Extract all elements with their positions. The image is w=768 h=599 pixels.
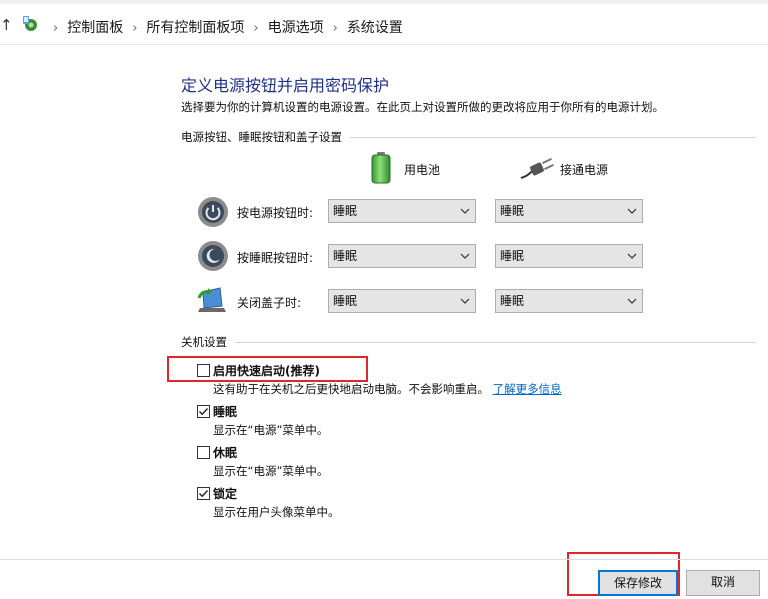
close-lid-label: 关闭盖子时: <box>237 296 302 310</box>
sleep-button-label: 按睡眠按钮时: <box>237 251 314 265</box>
fast-startup-highlight-box <box>167 356 368 382</box>
breadcrumb-item-power-options[interactable]: 电源选项 <box>268 20 324 36</box>
sleep-description: 显示在“电源”菜单中。 <box>213 423 329 437</box>
section-divider <box>181 342 756 343</box>
chevron-down-icon <box>627 253 637 259</box>
lock-checkbox[interactable] <box>197 487 210 500</box>
fast-startup-description-text: 这有助于在关机之后更快地启动电脑。不会影响重启。 <box>213 382 489 396</box>
battery-icon <box>371 152 391 184</box>
sleep-checkbox[interactable] <box>197 405 210 418</box>
close-lid-plugged-select[interactable]: 睡眠 <box>495 289 643 313</box>
footer-divider <box>0 559 768 560</box>
lock-description: 显示在用户头像菜单中。 <box>213 505 340 519</box>
sleep-label[interactable]: 睡眠 <box>213 403 237 420</box>
power-button-label: 按电源按钮时: <box>237 206 314 220</box>
power-button-plugged-select[interactable]: 睡眠 <box>495 199 643 223</box>
sleep-button-icon <box>198 241 228 271</box>
sleep-button-plugged-select[interactable]: 睡眠 <box>495 244 643 268</box>
hibernate-label[interactable]: 休眠 <box>213 444 237 461</box>
fast-startup-description: 这有助于在关机之后更快地启动电脑。不会影响重启。 了解更多信息 <box>213 381 562 397</box>
select-value: 睡眠 <box>333 294 358 308</box>
laptop-lid-icon <box>197 287 226 312</box>
column-header-plugged-in: 接通电源 <box>560 163 609 177</box>
breadcrumb-separator: › <box>332 21 338 36</box>
select-value: 睡眠 <box>500 249 525 263</box>
hibernate-description: 显示在“电源”菜单中。 <box>213 464 329 478</box>
checkmark-icon <box>199 490 209 498</box>
breadcrumb: › 控制面板 › 所有控制面板项 › 电源选项 › 系统设置 <box>44 17 403 37</box>
breadcrumb-separator: › <box>132 21 138 36</box>
sleep-button-battery-select[interactable]: 睡眠 <box>328 244 476 268</box>
column-header-battery: 用电池 <box>404 163 441 177</box>
breadcrumb-separator: › <box>253 21 259 36</box>
save-button[interactable]: 保存修改 <box>598 570 678 596</box>
close-lid-battery-select[interactable]: 睡眠 <box>328 289 476 313</box>
address-bar: ↑ › 控制面板 › 所有控制面板项 › 电源选项 › 系统设置 <box>0 4 768 45</box>
select-value: 睡眠 <box>333 204 358 218</box>
breadcrumb-item-all-items[interactable]: 所有控制面板项 <box>146 20 244 36</box>
page-description: 选择要为你的计算机设置的电源设置。在此页上对设置所做的更改将应用于你所有的电源计… <box>181 100 664 114</box>
cancel-button[interactable]: 取消 <box>686 570 760 596</box>
page-title: 定义电源按钮并启用密码保护 <box>181 76 390 95</box>
chevron-down-icon <box>460 253 470 259</box>
plug-icon <box>520 157 554 179</box>
breadcrumb-item-control-panel[interactable]: 控制面板 <box>67 20 123 36</box>
chevron-down-icon <box>627 298 637 304</box>
buttons-section-title: 电源按钮、睡眠按钮和盖子设置 <box>181 129 350 145</box>
learn-more-link[interactable]: 了解更多信息 <box>493 382 562 396</box>
chevron-down-icon <box>627 208 637 214</box>
shutdown-section-title: 关机设置 <box>181 334 235 350</box>
checkmark-icon <box>199 408 209 416</box>
lock-label[interactable]: 锁定 <box>213 485 237 502</box>
up-arrow-icon[interactable]: ↑ <box>0 16 13 34</box>
select-value: 睡眠 <box>500 204 525 218</box>
select-value: 睡眠 <box>333 249 358 263</box>
power-button-icon <box>198 197 228 227</box>
chevron-down-icon <box>460 298 470 304</box>
breadcrumb-separator: › <box>53 21 59 36</box>
power-button-battery-select[interactable]: 睡眠 <box>328 199 476 223</box>
control-panel-icon <box>23 16 37 31</box>
select-value: 睡眠 <box>500 294 525 308</box>
hibernate-checkbox[interactable] <box>197 446 210 459</box>
chevron-down-icon <box>460 208 470 214</box>
breadcrumb-item-system-settings[interactable]: 系统设置 <box>347 20 403 36</box>
